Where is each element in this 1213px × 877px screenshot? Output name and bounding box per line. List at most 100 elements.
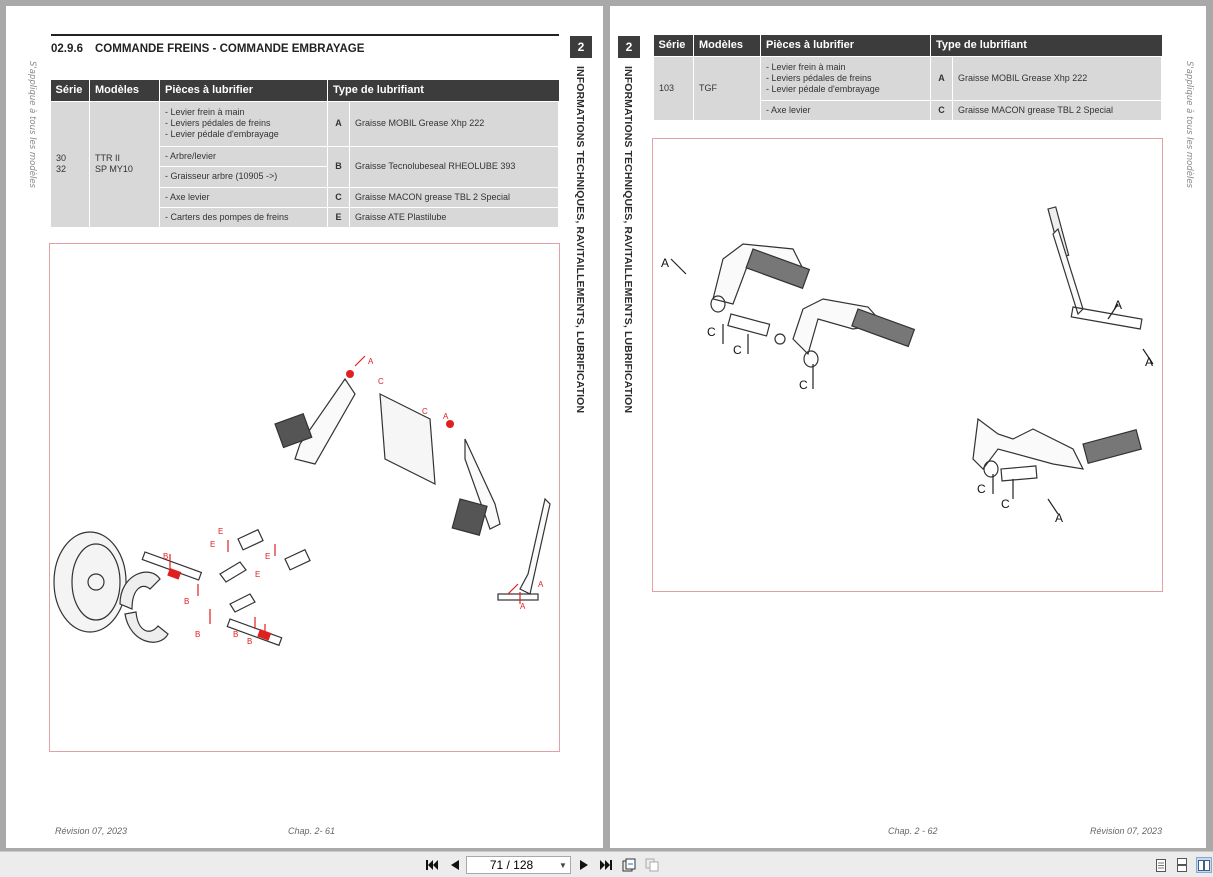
- col-pieces: Pièces à lubrifier: [760, 35, 931, 56]
- cell-lubricant: Graisse ATE Plastilube: [349, 206, 559, 228]
- label-e: E: [265, 552, 270, 561]
- compare-icon[interactable]: [645, 857, 659, 873]
- footer-chapter: Chap. 2- 61: [288, 826, 336, 836]
- cell-parts: - Axe levier: [159, 186, 328, 208]
- label-c: C: [707, 325, 716, 339]
- label-b: B: [233, 630, 238, 639]
- part-line: - Leviers pédales de freins: [165, 118, 271, 128]
- part-line: - Levier pédale d'embrayage: [165, 129, 279, 139]
- label-a: A: [1114, 298, 1122, 312]
- cell-lubricant: Graisse MACON grease TBL 2 Special: [952, 99, 1162, 121]
- brake-clutch-diagram: A C C A B B B B B E E E E A A: [49, 243, 560, 752]
- chapter-tab: 2 INFORMATIONS TECHNIQUES, RAVITAILLEMEN…: [570, 36, 592, 413]
- label-b: B: [195, 630, 200, 639]
- prev-page-icon[interactable]: [449, 857, 461, 873]
- lubrication-table: Série Modèles Pièces à lubrifier Type de…: [50, 80, 559, 228]
- cell-lubricant: Graisse Tecnolubeseal RHEOLUBE 393: [349, 145, 559, 188]
- table-row: 30 32 TTR II SP MY10 - Levier frein à ma…: [50, 100, 559, 228]
- label-a: A: [368, 357, 374, 366]
- section-title: 02.9.6 COMMANDE FREINS - COMMANDE EMBRAYA…: [51, 34, 559, 55]
- pedal-illustration: A C C C A A C C A: [661, 206, 1154, 525]
- two-page-icon[interactable]: [1196, 857, 1212, 873]
- label-a: A: [661, 256, 669, 270]
- part-line: - Levier frein à main: [165, 107, 245, 117]
- cell-modeles: TTR II SP MY10: [89, 100, 160, 228]
- cell-serie: 30 32: [50, 100, 90, 228]
- col-type: Type de lubrifiant: [327, 80, 559, 101]
- rotate-icon[interactable]: [622, 857, 636, 873]
- footer-chapter: Chap. 2 - 62: [888, 826, 938, 836]
- viewer-toolbar: 71 / 128 ▼: [0, 851, 1213, 877]
- label-c: C: [1001, 497, 1010, 511]
- chapter-label: INFORMATIONS TECHNIQUES, RAVITAILLEMENTS…: [574, 66, 586, 414]
- cell-code: B: [327, 145, 350, 188]
- lubrication-diagram: A C C C A A C C A: [652, 138, 1163, 592]
- chevron-down-icon[interactable]: ▼: [556, 861, 570, 870]
- label-a: A: [1145, 355, 1153, 369]
- label-e: E: [210, 540, 215, 549]
- chapter-tab: 2 INFORMATIONS TECHNIQUES, RAVITAILLEMEN…: [618, 36, 640, 413]
- brake-clutch-illustration: A C C A B B B B B E E E E A A: [53, 355, 551, 647]
- next-page-icon[interactable]: [578, 857, 590, 873]
- cell-code: C: [930, 99, 953, 121]
- cell-code: A: [930, 55, 953, 101]
- table-header-row: Série Modèles Pièces à lubrifier Type de…: [653, 35, 1162, 56]
- lubrication-table: Série Modèles Pièces à lubrifier Type de…: [653, 35, 1162, 121]
- page-number-value: 71 / 128: [489, 858, 534, 872]
- table-header-row: Série Modèles Pièces à lubrifier Type de…: [50, 80, 559, 101]
- label-c: C: [378, 377, 384, 386]
- label-a: A: [1055, 511, 1063, 525]
- cell-parts: - Arbre/levier: [159, 145, 328, 167]
- col-modeles: Modèles: [693, 35, 761, 56]
- cell-parts: - Carters des pompes de freins: [159, 206, 328, 228]
- part-line: - Levier pédale d'embrayage: [766, 83, 880, 94]
- cell-lubricant: Graisse MOBIL Grease Xhp 222: [349, 100, 559, 147]
- first-page-icon[interactable]: [425, 857, 439, 873]
- col-modeles: Modèles: [89, 80, 160, 101]
- cell-lubricant: Graisse MACON grease TBL 2 Special: [349, 186, 559, 208]
- section-heading: COMMANDE FREINS - COMMANDE EMBRAYAGE: [94, 43, 365, 55]
- chapter-number: 2: [570, 36, 592, 58]
- last-page-icon[interactable]: [599, 857, 613, 873]
- col-serie: Série: [653, 35, 694, 56]
- part-line: - Levier frein à main: [766, 61, 846, 72]
- col-serie: Série: [50, 80, 90, 101]
- chapter-label: INFORMATIONS TECHNIQUES, RAVITAILLEMENTS…: [622, 66, 634, 414]
- col-type: Type de lubrifiant: [930, 35, 1162, 56]
- cell-code: C: [327, 186, 350, 208]
- continuous-page-icon[interactable]: [1176, 857, 1188, 873]
- footer-revision: Révision 07, 2023: [55, 826, 128, 836]
- label-b: B: [184, 597, 189, 606]
- label-c: C: [977, 482, 986, 496]
- label-a: A: [443, 412, 449, 421]
- part-line: - Leviers pédales de freins: [766, 72, 872, 83]
- right-page: 2 INFORMATIONS TECHNIQUES, RAVITAILLEMEN…: [610, 6, 1206, 848]
- chapter-number: 2: [618, 36, 640, 58]
- cell-parts: - Levier frein à main - Leviers pédales …: [159, 100, 328, 147]
- page-number-select[interactable]: 71 / 128 ▼: [466, 856, 571, 874]
- label-c: C: [799, 378, 808, 392]
- footer-revision: Révision 07, 2023: [1090, 826, 1163, 836]
- section-number: 02.9.6: [51, 43, 83, 55]
- side-note: S'applique à tous les modèles: [1184, 61, 1194, 188]
- left-page: S'applique à tous les modèles 2 INFORMAT…: [6, 6, 603, 848]
- label-b: B: [163, 552, 168, 561]
- table-row: 103 TGF - Levier frein à main - Leviers …: [653, 55, 1162, 121]
- col-pieces: Pièces à lubrifier: [159, 80, 328, 101]
- label-a: A: [520, 602, 526, 611]
- label-c: C: [422, 407, 428, 416]
- cell-serie: 103: [653, 55, 694, 121]
- side-note: S'applique à tous les modèles: [27, 61, 37, 188]
- label-e: E: [218, 527, 223, 536]
- label-c: C: [733, 343, 742, 357]
- cell-lubricant: Graisse MOBIL Grease Xhp 222: [952, 55, 1162, 101]
- cell-parts: - Graisseur arbre (10905 ->): [159, 165, 328, 188]
- label-b: B: [247, 637, 252, 646]
- single-page-icon[interactable]: [1155, 857, 1167, 873]
- cell-parts: - Levier frein à main - Leviers pédales …: [760, 55, 931, 101]
- cell-code: A: [327, 100, 350, 147]
- cell-modeles: TGF: [693, 55, 761, 121]
- cell-parts: - Axe levier: [760, 99, 931, 121]
- cell-code: E: [327, 206, 350, 228]
- label-a: A: [538, 580, 544, 589]
